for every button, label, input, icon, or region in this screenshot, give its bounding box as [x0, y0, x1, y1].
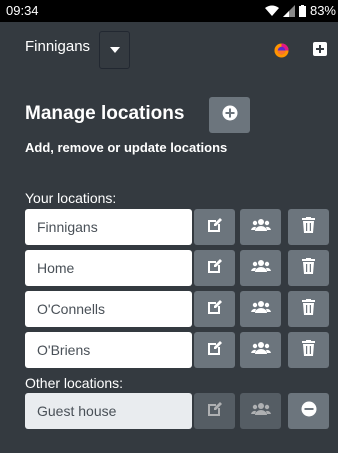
edit-icon [207, 340, 223, 361]
page-subtitle: Add, remove or update locations [25, 140, 228, 155]
caret-down-icon [109, 47, 120, 53]
delete-location-button[interactable] [288, 209, 329, 245]
location-row: Finnigans [25, 209, 330, 245]
edit-icon [207, 217, 223, 238]
users-icon [250, 300, 271, 319]
plus-circle-icon [222, 105, 238, 126]
location-row: O'Connells [25, 291, 330, 327]
users-icon [250, 402, 271, 421]
page-title: Manage locations [25, 103, 185, 124]
location-select-label[interactable]: Finnigans [25, 38, 90, 55]
location-name-field[interactable]: Finnigans [25, 209, 192, 245]
other-location-row: Guest house [25, 393, 330, 429]
location-row: O'Briens [25, 332, 330, 368]
location-users-button[interactable] [240, 209, 281, 245]
add-location-button[interactable] [209, 97, 250, 133]
location-dropdown-button[interactable] [99, 31, 130, 69]
battery-icon [298, 4, 306, 17]
remove-location-button[interactable] [288, 393, 329, 429]
location-users-button[interactable] [240, 250, 281, 286]
firefox-icon[interactable] [274, 43, 289, 63]
location-users-button[interactable] [240, 291, 281, 327]
location-name-field[interactable]: O'Connells [25, 291, 192, 327]
add-location-square-icon[interactable] [313, 42, 327, 61]
location-row: Home [25, 250, 330, 286]
location-name-field[interactable]: Home [25, 250, 192, 286]
signal-icon [282, 4, 295, 17]
location-name-field: Guest house [25, 393, 192, 429]
edit-location-button[interactable] [194, 250, 235, 286]
edit-icon [207, 299, 223, 320]
location-name-field[interactable]: O'Briens [25, 332, 192, 368]
location-users-button[interactable] [240, 393, 281, 429]
location-users-button[interactable] [240, 332, 281, 368]
edit-location-button[interactable] [194, 332, 235, 368]
edit-icon [207, 258, 223, 279]
status-time: 09:34 [6, 3, 39, 18]
your-locations-label: Your locations: [25, 190, 117, 206]
edit-icon [207, 401, 223, 422]
users-icon [250, 341, 271, 360]
edit-location-button[interactable] [194, 291, 235, 327]
edit-location-button[interactable] [194, 209, 235, 245]
trash-icon [302, 298, 315, 320]
users-icon [250, 259, 271, 278]
trash-icon [302, 216, 315, 238]
status-bar: 09:34 83% [0, 0, 338, 22]
wifi-icon [264, 5, 279, 17]
battery-percent: 83% [309, 3, 336, 18]
trash-icon [302, 257, 315, 279]
trash-icon [302, 339, 315, 361]
delete-location-button[interactable] [288, 332, 329, 368]
delete-location-button[interactable] [288, 250, 329, 286]
users-icon [250, 218, 271, 237]
minus-circle-icon [301, 401, 317, 422]
other-locations-label: Other locations: [25, 375, 124, 391]
edit-location-button[interactable] [194, 393, 235, 429]
delete-location-button[interactable] [288, 291, 329, 327]
